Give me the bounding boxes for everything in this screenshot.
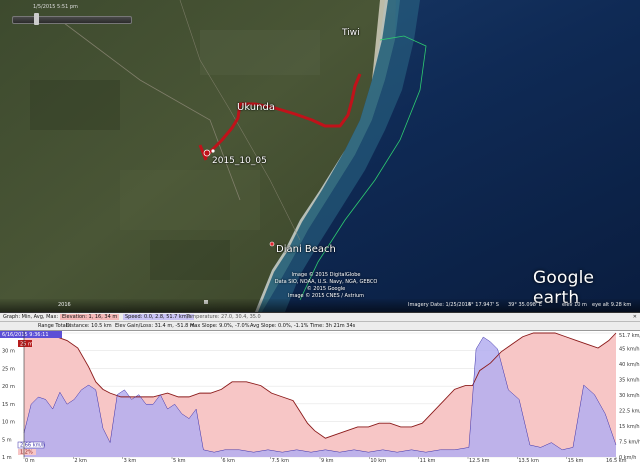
y-right-tick-label: 51.7 km/h <box>619 333 640 339</box>
elevation-stat-button[interactable]: Elevation: 1, 16, 34 m <box>60 314 120 320</box>
x-tick-label: 12.5 km <box>469 458 490 462</box>
elevation-speed-chart[interactable]: 34 m30 m25 m20 m15 m10 m5 m1 m 51.7 km/h… <box>0 331 640 462</box>
y-left-tick-label: 10 m <box>2 420 15 426</box>
google-earth-window: 1/5/2015 5:51 pm Tiwi Ukunda 2015_10_05 … <box>0 0 640 462</box>
attribution-line: Data SIO, NOAA, U.S. Navy, NGA, GEBCO <box>274 279 378 285</box>
cursor-pct-label: 1.2% <box>20 450 33 456</box>
y-right-tick-label: 7.5 km/h <box>619 440 640 446</box>
gain-loss-value: Elev Gain/Loss: 31.4 m, -51.8 m <box>115 323 195 329</box>
latitude-readout: 4° 17.947' S <box>468 302 499 308</box>
y-left-tick-label: 5 m <box>2 437 12 443</box>
x-tick-label: 13.5 km <box>518 458 539 462</box>
close-icon[interactable]: ✕ <box>633 314 637 320</box>
x-tick-label: 11 km <box>420 458 436 462</box>
x-tick-label: 10 km <box>370 458 386 462</box>
time-value: Time: 3h 21m 34s <box>310 323 356 329</box>
x-tick-label: 16.5 km <box>606 458 627 462</box>
x-tick-label: 2 km <box>74 458 87 462</box>
start-marker[interactable] <box>203 149 211 157</box>
place-label-diani-beach: Diani Beach <box>276 244 336 255</box>
distance-value: Distance: 10.5 km <box>66 323 112 329</box>
map-view[interactable]: 1/5/2015 5:51 pm Tiwi Ukunda 2015_10_05 … <box>0 0 640 312</box>
profile-info-row: Graph: Min, Avg, Max: Elevation: 1, 16, … <box>0 313 640 322</box>
place-marker[interactable] <box>269 241 275 247</box>
y-right-tick-label: 22.5 km/h <box>619 409 640 415</box>
max-slope-value: Max Slope: 9.0%, -7.0% <box>190 323 250 329</box>
y-right-tick-label: 30 km/h <box>619 393 640 399</box>
x-tick-label: 0 m <box>25 458 35 462</box>
speed-stat-button[interactable]: Speed: 0.0, 2.8, 51.7 km/h <box>123 314 194 320</box>
x-tick-label: 5 km <box>173 458 186 462</box>
time-slider-knob[interactable] <box>34 13 39 25</box>
attribution-line: Image © 2015 DigitalGlobe <box>291 272 361 278</box>
y-right-tick-label: 40 km/h <box>619 362 640 368</box>
time-slider-track[interactable] <box>12 16 132 24</box>
x-tick-label: 3 km <box>124 458 137 462</box>
satellite-terrain <box>0 0 640 312</box>
graph-label: Graph: Min, Avg, Max: <box>3 314 59 320</box>
profile-info-row: Range Totals: Distance: 10.5 km Elev Gai… <box>0 322 640 331</box>
y-left-tick-label: 1 m <box>2 455 12 461</box>
map-attribution: Image © 2015 DigitalGlobe Data SIO, NOAA… <box>271 272 381 300</box>
route-label[interactable]: 2015_10_05 <box>212 156 267 166</box>
time-slider[interactable]: 1/5/2015 5:51 pm <box>8 4 132 30</box>
x-tick-label: 7.5 km <box>272 458 289 462</box>
x-tick-label: 15 km <box>568 458 584 462</box>
place-label-tiwi: Tiwi <box>342 28 360 38</box>
y-right-tick-label: 35 km/h <box>619 378 640 384</box>
avg-slope-value: Avg Slope: 0.0%, -1.1% <box>250 323 309 329</box>
scale-indicator: 2016 <box>58 302 71 308</box>
y-right-tick-label: 15 km/h <box>619 424 640 430</box>
elevation-readout: elev 10 m <box>562 302 587 308</box>
map-status-bar: 2016 Imagery Date: 1/25/2015 4° 17.947' … <box>0 299 640 312</box>
cursor-elev-label: 25 m <box>20 342 33 348</box>
x-tick-label: 9 km <box>321 458 334 462</box>
y-left-tick-label: 25 m <box>2 366 15 372</box>
start-time-label: 6/16/2015 9:36:11 <box>2 332 49 338</box>
time-slider-label: 1/5/2015 5:51 pm <box>33 4 78 10</box>
y-axis-right: 51.7 km/h 45 km/h 40 km/h 35 km/h 30 km/h 22.… <box>619 333 640 461</box>
y-left-tick-label: 30 m <box>2 349 15 355</box>
y-left-tick-label: 15 m <box>2 402 15 408</box>
temperature-stat-button[interactable]: Temperature: 27.0, 30.4, 35.0 <box>186 314 261 320</box>
attribution-line: © 2015 Google <box>306 286 346 292</box>
y-right-tick-label: 45 km/h <box>619 347 640 353</box>
x-tick-label: 6 km <box>222 458 235 462</box>
elevation-profile-panel: Graph: Min, Avg, Max: Elevation: 1, 16, … <box>0 312 640 462</box>
imagery-date: Imagery Date: 1/25/2015 <box>408 302 472 308</box>
y-left-tick-label: 20 m <box>2 384 15 390</box>
eye-alt-readout: eye alt 9.28 km <box>592 302 632 308</box>
longitude-readout: 39° 35.098' E <box>508 302 543 308</box>
place-label-ukunda: Ukunda <box>237 102 275 113</box>
